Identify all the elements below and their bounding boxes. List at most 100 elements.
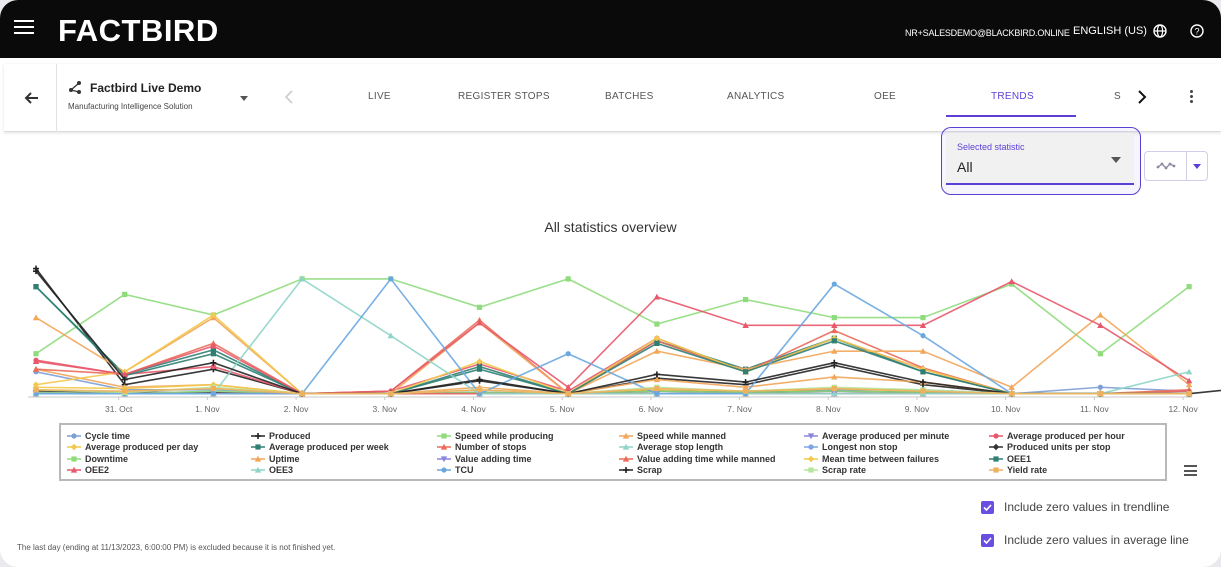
data-point[interactable]	[653, 293, 661, 300]
data-point[interactable]	[32, 314, 40, 321]
data-point[interactable]	[33, 387, 39, 393]
chart-menu-icon[interactable]	[1184, 465, 1197, 476]
data-point[interactable]	[654, 340, 660, 346]
legend-item[interactable]: Mean time between failures	[804, 453, 939, 464]
data-point[interactable]	[441, 432, 447, 439]
data-point[interactable]	[476, 387, 483, 393]
data-point[interactable]	[993, 432, 999, 439]
legend-item[interactable]: Value adding time while manned	[619, 453, 776, 464]
legend-item[interactable]: Longest non stop	[804, 442, 898, 453]
data-point[interactable]	[993, 455, 999, 462]
data-point[interactable]	[831, 281, 837, 287]
data-point[interactable]	[623, 467, 629, 473]
tab-trends[interactable]: TRENDS	[991, 91, 1034, 102]
data-point[interactable]	[33, 351, 39, 357]
data-point[interactable]	[388, 276, 394, 282]
data-point[interactable]	[210, 359, 217, 366]
data-point[interactable]	[808, 467, 814, 473]
back-arrow-icon[interactable]	[22, 88, 42, 108]
legend-item[interactable]: Average produced per day	[67, 442, 198, 453]
data-point[interactable]	[441, 467, 447, 473]
data-point[interactable]	[70, 443, 78, 451]
site-name[interactable]: Factbird Live Demo	[90, 81, 201, 95]
legend-item[interactable]: Yield rate	[989, 465, 1047, 476]
legend-item[interactable]: Produced	[251, 430, 311, 441]
more-options-icon[interactable]	[1188, 90, 1194, 106]
data-point[interactable]	[920, 333, 926, 339]
data-point[interactable]	[33, 284, 39, 290]
data-point[interactable]	[255, 444, 261, 450]
data-point[interactable]	[831, 338, 837, 344]
help-icon[interactable]: ?	[1190, 24, 1204, 38]
data-point[interactable]	[920, 369, 926, 375]
tab-batches[interactable]: BATCHES	[605, 91, 654, 102]
legend-item[interactable]: Uptime	[251, 453, 300, 464]
data-point[interactable]	[476, 366, 483, 372]
tab-live[interactable]: LIVE	[368, 91, 391, 102]
hamburger-menu-icon[interactable]	[14, 20, 34, 36]
language-selector[interactable]: ENGLISH (US)	[1073, 24, 1167, 38]
legend-item[interactable]: Number of stops	[437, 442, 527, 453]
data-point[interactable]	[808, 444, 814, 450]
data-point[interactable]	[210, 385, 216, 392]
tab-analytics[interactable]: ANALYTICS	[727, 91, 785, 102]
data-point[interactable]	[565, 351, 571, 357]
chart-type-button[interactable]	[1145, 152, 1187, 180]
data-point[interactable]	[122, 388, 128, 394]
data-point[interactable]	[1186, 284, 1192, 290]
legend-item[interactable]: OEE2	[67, 465, 109, 476]
data-point[interactable]	[1186, 391, 1192, 397]
legend-item[interactable]: Average produced per week	[251, 442, 389, 453]
legend-item[interactable]: Cycle time	[67, 430, 130, 441]
data-point[interactable]	[565, 391, 571, 397]
data-point[interactable]	[210, 391, 216, 397]
user-email[interactable]: NR+SALESDEMO@BLACKBIRD.ONLINE	[905, 28, 1070, 38]
data-point[interactable]	[743, 388, 749, 394]
data-point[interactable]	[1097, 391, 1103, 397]
data-point[interactable]	[1008, 278, 1015, 285]
legend-item[interactable]: Downtime	[67, 453, 128, 464]
data-point[interactable]	[653, 371, 660, 378]
data-point[interactable]	[743, 369, 749, 375]
legend-item[interactable]: Value adding time	[437, 453, 532, 464]
legend-item[interactable]: Speed while producing	[437, 430, 554, 441]
data-point[interactable]	[388, 391, 394, 397]
legend-item[interactable]: OEE3	[251, 465, 293, 476]
data-point[interactable]	[1097, 311, 1104, 318]
data-point[interactable]	[831, 385, 837, 392]
data-point[interactable]	[1185, 368, 1193, 375]
data-point[interactable]	[71, 455, 77, 462]
tab-register-stops[interactable]: REGISTER STOPS	[458, 91, 550, 102]
data-point[interactable]	[743, 296, 749, 303]
data-point[interactable]	[71, 432, 77, 439]
data-point[interactable]	[654, 321, 660, 327]
tabs-next-icon[interactable]	[1137, 90, 1147, 104]
data-point[interactable]	[210, 351, 216, 357]
legend-item[interactable]: Produced units per stop	[989, 442, 1111, 453]
data-point[interactable]	[1009, 391, 1015, 397]
legend-item[interactable]: Average stop length	[619, 442, 723, 453]
data-point[interactable]	[122, 291, 128, 297]
legend-item[interactable]: Average produced per minute	[804, 430, 949, 441]
legend-item[interactable]: Scrap rate	[804, 465, 866, 476]
chart-type-dropdown[interactable]	[1187, 152, 1207, 180]
site-dropdown-caret-icon[interactable]	[240, 96, 248, 102]
data-point[interactable]	[831, 315, 837, 321]
legend-item[interactable]: OEE1	[989, 453, 1031, 464]
data-point[interactable]	[654, 391, 660, 397]
data-point[interactable]	[807, 455, 815, 462]
data-point[interactable]	[654, 385, 660, 392]
data-point[interactable]	[992, 443, 1000, 451]
legend-item[interactable]: Average produced per hour	[989, 430, 1125, 441]
tab-oee[interactable]: OEE	[874, 91, 896, 102]
data-point[interactable]	[299, 391, 305, 397]
data-point[interactable]	[831, 327, 838, 334]
trendline-option[interactable]: Include zero values in trendline	[981, 500, 1169, 514]
averageline-checkbox[interactable]	[981, 533, 994, 547]
data-point[interactable]	[1097, 351, 1103, 357]
data-point[interactable]	[993, 467, 999, 473]
legend-item[interactable]: Speed while manned	[619, 430, 726, 441]
legend-item[interactable]: TCU	[437, 465, 474, 476]
tab-truncated[interactable]: S	[1114, 91, 1121, 102]
legend-item[interactable]: Scrap	[619, 465, 662, 476]
